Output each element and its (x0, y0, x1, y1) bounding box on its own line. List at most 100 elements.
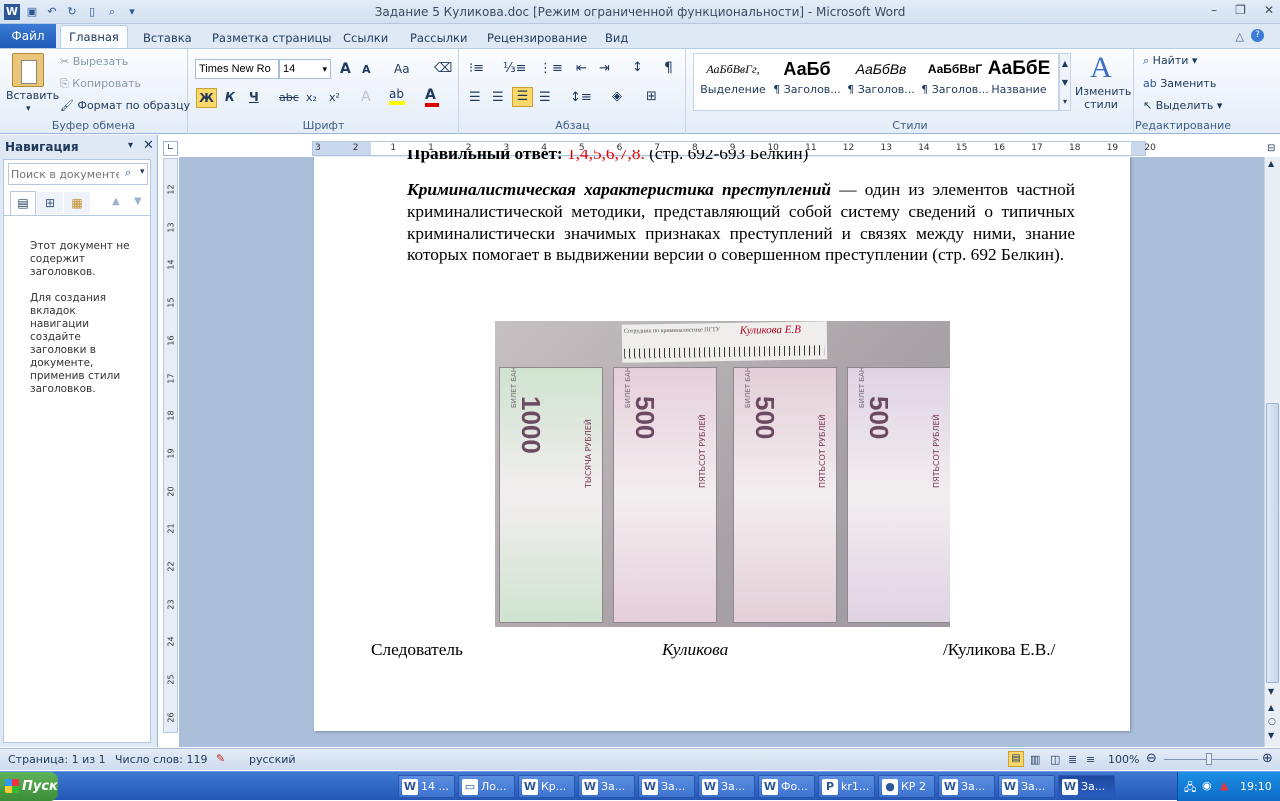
line-spacing-icon[interactable]: ↕≡ (570, 90, 592, 105)
previous-page-icon[interactable]: ▲ (1268, 703, 1274, 712)
nav-results-tab-icon[interactable]: ▦ (64, 192, 90, 214)
decrease-indent-icon[interactable]: ⇤ (576, 61, 587, 76)
copy-button[interactable]: ⎘ Копировать (60, 77, 141, 91)
paste-dropdown-icon[interactable]: ▾ (26, 104, 31, 114)
web-layout-icon[interactable]: ◫ (1050, 753, 1060, 766)
nav-search-box[interactable]: ⌕ ▾ (8, 163, 148, 185)
bullets-icon[interactable]: ⁝≡ (469, 61, 484, 76)
font-size-field[interactable]: 14 ▾ (279, 59, 331, 79)
bold-button[interactable]: Ж (196, 88, 217, 108)
paste-icon[interactable] (12, 53, 44, 87)
style-emphasis[interactable]: АаБбВвГг, Выделение (695, 55, 771, 107)
italic-button[interactable]: К (225, 90, 235, 104)
tab-selector-icon[interactable]: ∟ (163, 141, 178, 156)
scroll-down-icon[interactable]: ▼ (1268, 687, 1274, 696)
taskbar-button[interactable]: W 14 ... (398, 775, 455, 798)
clock[interactable]: 19:10 (1240, 780, 1272, 793)
taskbar-button[interactable]: W За... (578, 775, 635, 798)
page-count[interactable]: Страница: 1 из 1 (8, 753, 106, 766)
taskbar-button[interactable]: W Кр... (518, 775, 575, 798)
align-right-icon[interactable]: ☰ (512, 87, 533, 107)
tab-mailings[interactable]: Рассылки (410, 28, 467, 48)
nav-options-icon[interactable]: ▾ (128, 140, 133, 151)
taskbar-button[interactable]: W За... (938, 775, 995, 798)
taskbar-button[interactable]: W За... (998, 775, 1055, 798)
next-page-icon[interactable]: ▼ (1268, 731, 1274, 740)
sort-icon[interactable]: ↕ (632, 60, 643, 75)
zoom-slider-thumb[interactable] (1206, 753, 1212, 765)
nav-headings-tab-icon[interactable]: ▤ (10, 191, 36, 215)
font-name-field[interactable]: Times New Ro (195, 59, 279, 79)
taskbar-button[interactable]: ▭ Ло... (458, 775, 515, 798)
align-center-icon[interactable]: ☰ (492, 90, 504, 105)
tab-view[interactable]: Вид (605, 28, 628, 48)
numbering-icon[interactable]: ⅓≡ (503, 61, 527, 76)
document-page[interactable]: Правильный ответ: 1,4,5,6,7,8. (стр. 692… (314, 150, 1130, 731)
taskbar-button[interactable]: ● КР 2 (878, 775, 935, 798)
nav-previous-icon[interactable]: ▲ (112, 196, 120, 207)
taskbar-button[interactable]: W Фо... (758, 775, 815, 798)
find-button[interactable]: ⌕ Найти ▾ (1143, 54, 1197, 68)
underline-button[interactable]: Ч (249, 90, 259, 104)
nav-search-input[interactable] (11, 166, 119, 182)
tab-references[interactable]: Ссылки (343, 28, 388, 48)
safely-remove-icon[interactable]: ▲ (1220, 779, 1228, 792)
align-left-icon[interactable]: ☰ (469, 90, 481, 105)
language[interactable]: русский (249, 753, 296, 766)
strikethrough-button[interactable]: abc (279, 91, 299, 104)
tab-home[interactable]: Главная (60, 25, 128, 49)
justify-icon[interactable]: ☰ (539, 90, 551, 105)
shading-icon[interactable]: ◈ (612, 89, 622, 104)
minimize-ribbon-icon[interactable]: △ (1236, 30, 1244, 43)
volume-icon[interactable]: ◉ (1202, 779, 1212, 792)
banknotes-photo[interactable]: Сотрудник по криминалистике ПГТУ Куликов… (495, 321, 950, 627)
text-effects-icon[interactable]: A (361, 89, 371, 105)
tab-layout[interactable]: Разметка страницы (212, 28, 331, 48)
replace-button[interactable]: ab Заменить (1143, 77, 1216, 90)
maximize-button[interactable]: ❐ (1235, 3, 1246, 17)
cut-button[interactable]: ✂ Вырезать (60, 55, 128, 68)
ruler-toggle-icon[interactable]: ⊟ (1267, 143, 1275, 154)
vertical-ruler[interactable]: 12 13 14 15 16 17 18 19 20 21 22 23 24 25 26 (163, 158, 178, 733)
show-marks-button[interactable]: ¶ (664, 60, 673, 76)
tab-insert[interactable]: Вставка (143, 28, 192, 48)
style-title[interactable]: АаБбЕ Название (981, 55, 1057, 107)
tab-review[interactable]: Рецензирование (487, 28, 587, 48)
tab-file[interactable]: Файл (0, 24, 56, 48)
clear-formatting-icon[interactable]: ⌫ (434, 61, 452, 76)
nav-next-icon[interactable]: ▼ (134, 196, 142, 207)
help-icon[interactable]: ? (1251, 29, 1264, 42)
outline-icon[interactable]: ≣ (1068, 753, 1077, 766)
network-icon[interactable]: 🖧 (1184, 779, 1196, 798)
close-button[interactable]: ✕ (1264, 3, 1274, 17)
nav-pages-tab-icon[interactable]: ⊞ (37, 192, 63, 214)
borders-icon[interactable]: ⊞ (646, 89, 657, 104)
grow-font-button[interactable]: A (340, 61, 351, 77)
subscript-button[interactable]: x₂ (306, 91, 317, 104)
browse-object-icon[interactable]: ○ (1268, 717, 1276, 727)
select-button[interactable]: ↖ Выделить ▾ (1143, 99, 1222, 112)
increase-indent-icon[interactable]: ⇥ (599, 61, 610, 76)
scroll-thumb[interactable] (1266, 403, 1279, 683)
nav-search-icon[interactable]: ⌕ (125, 166, 131, 180)
shrink-font-button[interactable]: A (362, 63, 371, 76)
vertical-scrollbar[interactable]: ⊟ ▲ ▼ ▲ ○ ▼ (1264, 143, 1280, 747)
format-painter-button[interactable]: 🖌 Формат по образцу (60, 99, 190, 112)
change-case-button[interactable]: Aa (394, 62, 410, 76)
zoom-level[interactable]: 100% (1108, 753, 1139, 766)
taskbar-button[interactable]: Pkr1... (818, 775, 875, 798)
multilevel-list-icon[interactable]: ⋮≡ (539, 61, 563, 76)
styles-scroll[interactable]: ▲ ▼ ▾ (1059, 53, 1071, 111)
zoom-in-icon[interactable]: ⊕ (1262, 751, 1273, 766)
superscript-button[interactable]: x² (329, 91, 340, 104)
taskbar-button[interactable]: W За... (698, 775, 755, 798)
start-button[interactable]: Пуск (0, 772, 58, 801)
taskbar-button[interactable]: W За... (1058, 775, 1115, 798)
paste-button[interactable]: Вставить (6, 89, 59, 102)
taskbar-button[interactable]: W За... (638, 775, 695, 798)
scroll-up-icon[interactable]: ▲ (1268, 159, 1274, 168)
minimize-button[interactable]: – (1211, 3, 1217, 17)
full-screen-icon[interactable]: ▥ (1030, 753, 1040, 766)
style-heading-1[interactable]: АаБб ¶ Заголов... (769, 55, 845, 107)
change-styles-button[interactable]: A Изменить стили (1075, 51, 1131, 111)
